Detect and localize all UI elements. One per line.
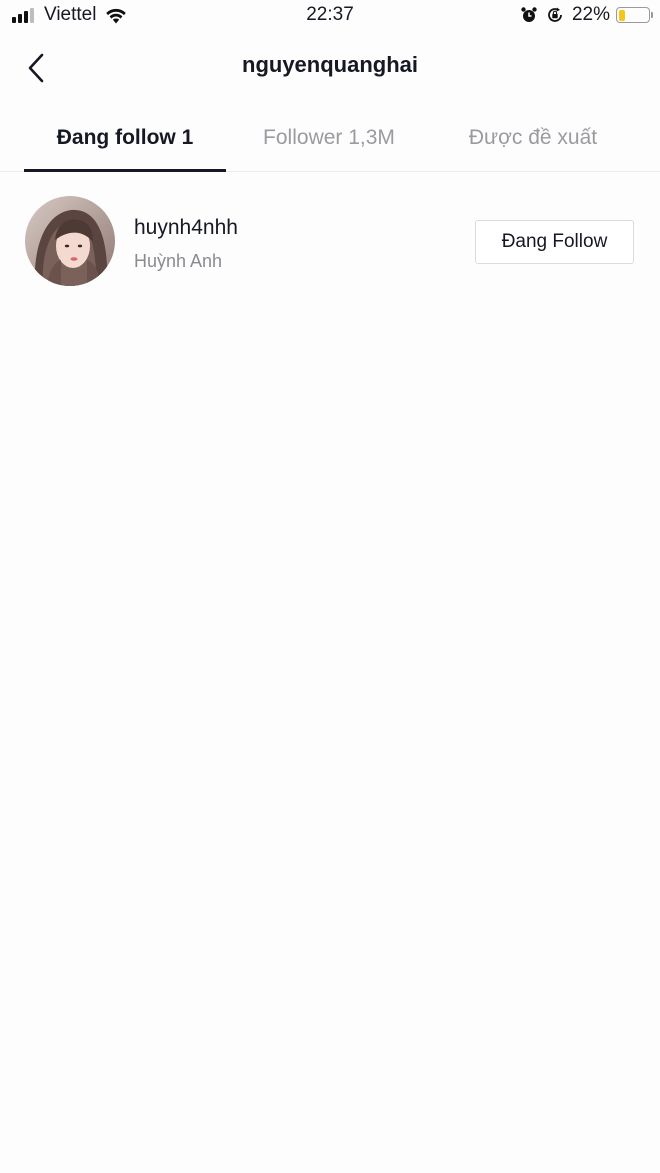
avatar[interactable] bbox=[25, 196, 115, 286]
tab-following[interactable]: Đang follow 1 bbox=[24, 104, 226, 172]
alarm-icon bbox=[521, 7, 537, 22]
battery-fill bbox=[618, 9, 625, 21]
orientation-lock-icon bbox=[548, 7, 562, 22]
active-tab-indicator bbox=[24, 169, 226, 172]
username[interactable]: huynh4nhh bbox=[134, 214, 238, 242]
tab-followers[interactable]: Follower 1,3M bbox=[228, 104, 430, 172]
user-text: huynh4nhh Huỳnh Anh bbox=[134, 214, 238, 272]
following-button[interactable]: Đang Follow bbox=[475, 220, 634, 264]
display-name: Huỳnh Anh bbox=[134, 251, 223, 271]
status-bar: Viettel 22:37 22% bbox=[0, 0, 660, 34]
status-right: 22% bbox=[520, 4, 653, 26]
list-item[interactable]: huynh4nhh Huỳnh Anh Đang Follow bbox=[0, 196, 660, 288]
app-screen: Viettel 22:37 22% nguyenquanghai Đang fo… bbox=[0, 0, 660, 1173]
battery-icon bbox=[616, 7, 653, 23]
nav-header: nguyenquanghai bbox=[0, 34, 660, 104]
page-title: nguyenquanghai bbox=[242, 52, 418, 77]
tab-bar: Đang follow 1 Follower 1,3M Được đề xuất bbox=[0, 104, 660, 172]
battery-percent: 22% bbox=[571, 4, 610, 25]
avatar-image bbox=[25, 196, 115, 286]
tab-suggested[interactable]: Được đề xuất bbox=[432, 104, 634, 172]
